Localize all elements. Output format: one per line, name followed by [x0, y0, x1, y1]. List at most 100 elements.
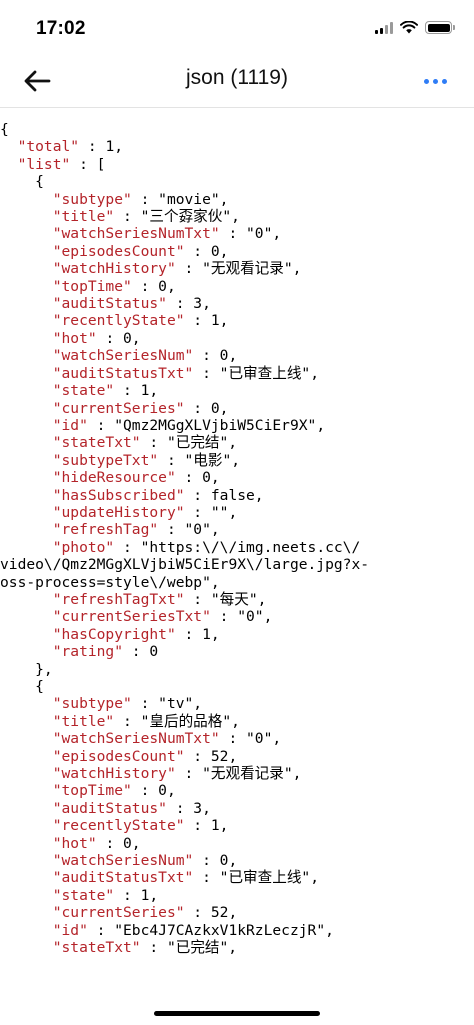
json-value: : "无观看记录", — [175, 260, 302, 278]
json-text: }, — [0, 660, 53, 678]
json-line: "currentSeries" : 52, — [0, 904, 474, 921]
json-key: "refreshTagTxt" — [52, 590, 185, 608]
json-value: : 0, — [131, 277, 176, 295]
json-value: : "movie", — [131, 190, 229, 208]
json-value: : "", — [184, 503, 238, 521]
json-key: "watchHistory" — [52, 260, 176, 278]
json-key: "hasCopyright" — [52, 625, 176, 643]
wifi-icon — [400, 21, 418, 34]
json-text: video\/Qmz2MGgXLVjbiW5CiEr9X\/large.jpg?… — [0, 556, 370, 574]
json-key: "title" — [52, 712, 115, 730]
json-text — [0, 487, 53, 504]
json-line: { — [0, 678, 474, 695]
json-line: "stateTxt" : "已完结", — [0, 434, 474, 451]
json-key: "subtypeTxt" — [52, 451, 159, 469]
json-text — [0, 138, 18, 155]
json-line: "watchHistory" : "无观看记录", — [0, 765, 474, 782]
json-key: "auditStatus" — [52, 799, 167, 817]
json-text — [0, 852, 53, 869]
navigation-bar: json (1119) — [0, 56, 474, 108]
battery-icon — [425, 21, 455, 34]
json-key: "episodesCount" — [52, 747, 185, 765]
json-line: "subtypeTxt" : "电影", — [0, 452, 474, 469]
json-value: : "0", — [158, 521, 220, 539]
json-key: "state" — [52, 886, 115, 904]
json-key: "recentlyState" — [52, 817, 185, 835]
json-line: "episodesCount" : 0, — [0, 243, 474, 260]
json-key: "id" — [52, 921, 88, 939]
json-key: "topTime" — [52, 782, 132, 800]
json-key: "refreshTag" — [52, 521, 159, 539]
json-line: "currentSeries" : 0, — [0, 400, 474, 417]
json-key: "stateTxt" — [52, 939, 141, 957]
json-text — [0, 312, 53, 329]
json-text — [0, 608, 53, 625]
json-value: : "https:\/\/img.neets.cc\/ — [114, 538, 361, 556]
json-key: "watchSeriesNumTxt" — [52, 730, 220, 748]
json-text — [0, 208, 53, 225]
json-key: "currentSeries" — [52, 904, 185, 922]
more-dot-icon — [423, 78, 429, 84]
json-key: "recentlyState" — [52, 312, 185, 330]
json-value: : 52, — [184, 904, 238, 922]
json-text — [0, 887, 53, 904]
json-key: "auditStatusTxt" — [52, 364, 194, 382]
json-text — [0, 695, 53, 712]
more-dot-icon — [432, 78, 438, 84]
json-key: "episodesCount" — [52, 242, 185, 260]
json-text — [0, 730, 53, 747]
json-line: "hot" : 0, — [0, 835, 474, 852]
json-text — [0, 748, 53, 765]
json-text — [0, 765, 53, 782]
json-line: "hasSubscribed" : false, — [0, 487, 474, 504]
json-text — [0, 869, 53, 886]
json-text — [0, 521, 53, 538]
json-key: "subtype" — [52, 190, 132, 208]
json-text — [0, 713, 53, 730]
json-value: : "0", — [219, 730, 282, 748]
json-line: "hot" : 0, — [0, 330, 474, 347]
json-value: : 0, — [184, 399, 229, 417]
json-line: "episodesCount" : 52, — [0, 748, 474, 765]
json-value: : "皇后的品格", — [114, 712, 240, 730]
more-options-button[interactable] — [418, 68, 452, 94]
json-line: "refreshTag" : "0", — [0, 521, 474, 538]
json-value: : "已审查上线", — [193, 364, 319, 382]
json-value: : 0, — [96, 329, 141, 347]
json-value: : 0, — [175, 469, 220, 487]
json-line: "total" : 1, — [0, 138, 474, 155]
json-value: : "已完结", — [140, 939, 238, 957]
json-value: : "0", — [219, 225, 282, 243]
json-key: "hot" — [52, 834, 97, 852]
json-value: : 0, — [131, 782, 176, 800]
json-key: "hasSubscribed" — [52, 486, 185, 504]
json-content-viewer[interactable]: { "total" : 1, "list" : [ { "subtype" : … — [0, 121, 474, 1025]
json-key: "rating" — [52, 643, 124, 661]
json-key: "watchHistory" — [52, 765, 176, 783]
json-text: { — [0, 173, 44, 191]
json-line: "topTime" : 0, — [0, 278, 474, 295]
json-key: "auditStatus" — [52, 295, 167, 313]
json-line: "recentlyState" : 1, — [0, 312, 474, 329]
json-value: : 1, — [114, 886, 159, 904]
json-line: "topTime" : 0, — [0, 782, 474, 799]
json-key: "state" — [52, 382, 115, 400]
json-line: "refreshTagTxt" : "每天", — [0, 591, 474, 608]
json-line: "id" : "Ebc4J7CAzkxV1kRzLeczjR", — [0, 922, 474, 939]
json-value: : "三个孬家伙", — [114, 208, 240, 226]
json-line: "watchHistory" : "无观看记录", — [0, 260, 474, 277]
json-text — [0, 365, 53, 382]
page-title: json (1119) — [186, 66, 288, 89]
json-value: : "Ebc4J7CAzkxV1kRzLeczjR", — [87, 921, 334, 939]
json-line: "title" : "皇后的品格", — [0, 713, 474, 730]
json-line: "auditStatusTxt" : "已审查上线", — [0, 869, 474, 886]
status-bar: 17:02 — [0, 0, 474, 56]
json-key: "total" — [17, 138, 80, 156]
json-line: "watchSeriesNumTxt" : "0", — [0, 730, 474, 747]
json-line: "list" : [ — [0, 156, 474, 173]
json-line: "recentlyState" : 1, — [0, 817, 474, 834]
json-value: : "0", — [210, 608, 273, 626]
json-text — [0, 417, 53, 434]
json-key: "stateTxt" — [52, 434, 141, 452]
json-text — [0, 504, 53, 521]
